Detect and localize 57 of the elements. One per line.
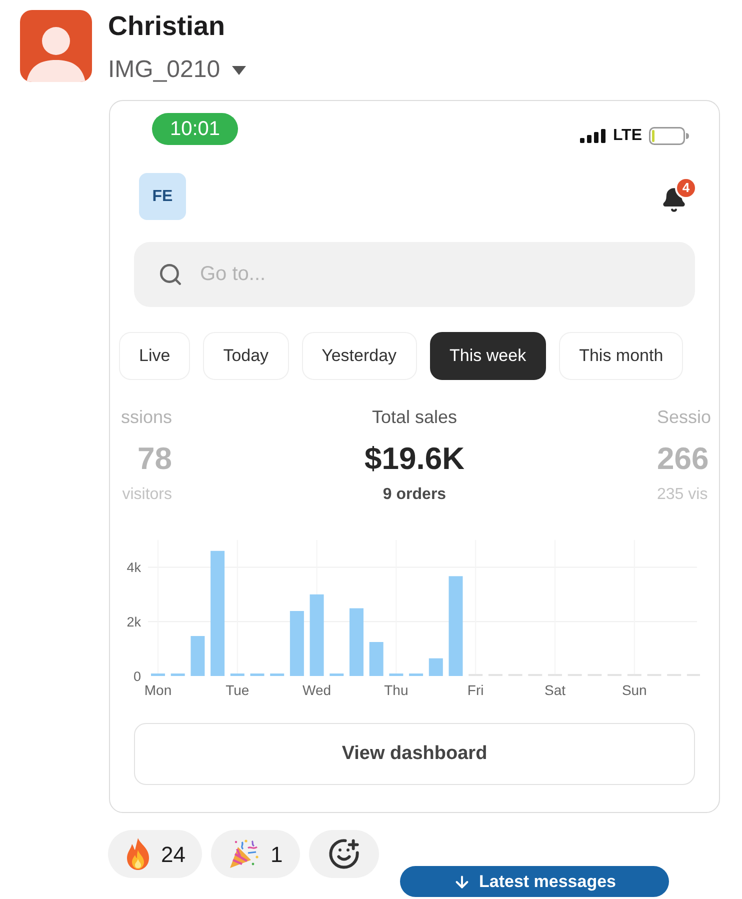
file-name[interactable]: IMG_0210 xyxy=(108,54,220,86)
time-badge: 10:01 xyxy=(152,113,238,145)
notification-badge: 4 xyxy=(675,176,697,198)
x-axis-label: Mon xyxy=(144,682,172,698)
author-name[interactable]: Christian xyxy=(108,10,226,42)
network-label: LTE xyxy=(612,127,642,145)
stat-title: ssions xyxy=(120,406,172,429)
chart-bar xyxy=(190,636,205,676)
chart-bar xyxy=(389,674,404,676)
chart-bar xyxy=(428,658,443,676)
chart-bar xyxy=(330,674,344,676)
stat-subtitle: 235 vis xyxy=(657,485,708,505)
chart-bar xyxy=(270,674,284,676)
chart-bar xyxy=(409,674,424,676)
chart-bar xyxy=(170,674,185,676)
stat-subtitle: 9 orders xyxy=(382,485,446,505)
x-axis-label: Fri xyxy=(467,682,484,698)
x-axis-label: Tue xyxy=(226,682,250,698)
fire-icon xyxy=(125,838,151,870)
chart-bar xyxy=(230,674,244,676)
reaction-button[interactable]: 1 xyxy=(211,830,300,878)
add-reaction-button[interactable] xyxy=(308,830,379,878)
stat-title: Sessio xyxy=(657,406,712,429)
stat-subtitle: visitors xyxy=(122,485,172,505)
x-axis-label: Sun xyxy=(622,682,647,698)
chart-bar xyxy=(250,674,264,676)
party-popper-icon xyxy=(228,838,260,870)
stat-value: $19.6K xyxy=(364,441,464,477)
view-dashboard-button[interactable]: View dashboard xyxy=(134,723,695,785)
chart-bar xyxy=(350,608,364,676)
smiley-plus-icon xyxy=(328,838,360,870)
y-axis-label: 4k xyxy=(126,560,141,576)
chart-bar xyxy=(151,674,165,676)
chart-bar xyxy=(290,611,304,676)
search-icon xyxy=(158,262,183,287)
period-tab[interactable]: This week xyxy=(430,332,546,380)
y-axis-label: 2k xyxy=(126,614,141,630)
period-tab[interactable]: Yesterday xyxy=(302,332,417,380)
chart-bar xyxy=(369,642,384,676)
battery-icon xyxy=(649,127,689,145)
latest-messages-button[interactable]: Latest messages xyxy=(400,866,669,897)
period-tab[interactable]: Live xyxy=(119,332,190,380)
y-axis-label: 0 xyxy=(133,669,141,684)
stat-title: Total sales xyxy=(372,406,458,429)
period-tab[interactable]: Today xyxy=(203,332,289,380)
reaction-button[interactable]: 24 xyxy=(108,830,202,878)
signal-icon xyxy=(580,129,606,143)
x-axis-label: Sat xyxy=(544,682,566,698)
stat-value: 266 xyxy=(657,441,709,477)
initials-avatar[interactable]: FE xyxy=(139,173,186,220)
caret-icon[interactable] xyxy=(232,66,246,74)
period-tab[interactable]: This month xyxy=(559,332,684,380)
x-axis-label: Thu xyxy=(384,682,408,698)
stat-value: 78 xyxy=(138,441,172,477)
person-silhouette-icon xyxy=(20,10,92,82)
x-axis-label: Wed xyxy=(302,682,332,698)
search-field[interactable]: Go to... xyxy=(134,242,695,307)
